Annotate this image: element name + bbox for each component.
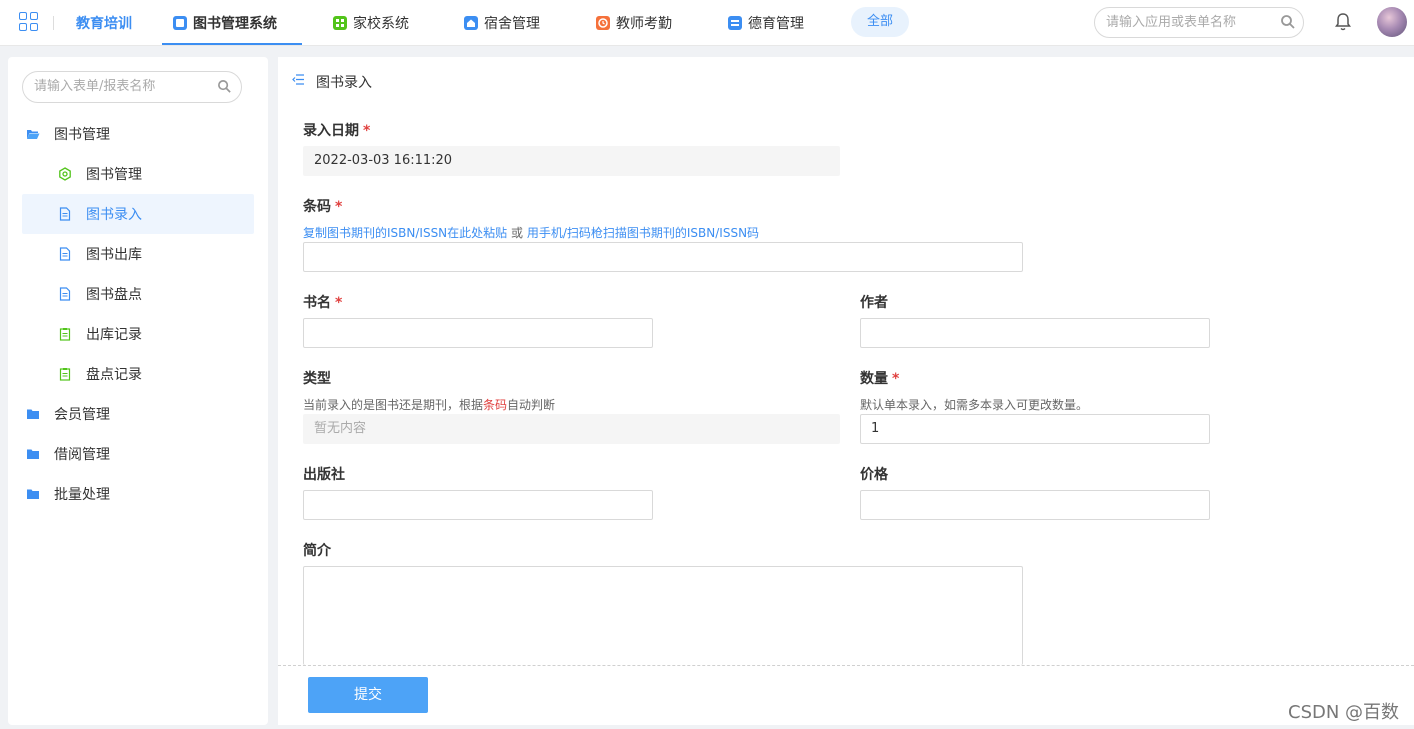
form-search-input[interactable]: 请输入表单/报表名称 xyxy=(22,71,242,103)
sidebar-item-label: 批量处理 xyxy=(54,487,110,503)
clipboard-icon xyxy=(59,368,71,381)
divider xyxy=(278,665,1414,666)
publisher-label: 出版社 xyxy=(303,467,345,483)
app-search-input[interactable]: 请输入应用或表单名称 xyxy=(1094,7,1304,38)
quantity-input[interactable]: 1 xyxy=(860,414,1210,444)
document-icon xyxy=(59,207,71,221)
sidebar-item-label: 图书管理 xyxy=(54,127,110,143)
sidebar-item-label: 借阅管理 xyxy=(54,447,110,463)
home-app-icon xyxy=(464,16,478,30)
clock-app-icon xyxy=(596,16,610,30)
quantity-label: 数量 * xyxy=(860,371,900,387)
sidebar-item-label: 图书录入 xyxy=(86,207,142,223)
book-app-icon xyxy=(173,16,187,30)
page-title: 图书录入 xyxy=(316,75,372,91)
grid-app-icon xyxy=(333,16,347,30)
quantity-hint: 默认单本录入，如需多本录入可更改数量。 xyxy=(860,398,1089,412)
sidebar-item-library-manage[interactable]: 图书管理 xyxy=(22,154,254,194)
avatar[interactable] xyxy=(1377,7,1407,37)
intro-label: 简介 xyxy=(303,543,331,559)
nav-active-indicator xyxy=(162,43,302,45)
app-grid-icon[interactable] xyxy=(19,12,39,32)
nav-moral-education[interactable]: 德育管理 xyxy=(728,0,804,46)
date-field: 2022-03-03 16:11:20 xyxy=(303,146,840,176)
nav-label: 教师考勤 xyxy=(616,16,672,32)
author-label: 作者 xyxy=(860,295,888,311)
sidebar-item-label: 图书出库 xyxy=(86,247,142,263)
nav-teacher-attendance[interactable]: 教师考勤 xyxy=(596,0,672,46)
watermark: CSDN @百数 xyxy=(1288,702,1400,723)
type-hint: 当前录入的是图书还是期刊，根据条码自动判断 xyxy=(303,396,555,413)
intro-textarea[interactable] xyxy=(303,566,1023,665)
submit-button[interactable]: 提交 xyxy=(308,677,428,713)
card-app-icon xyxy=(728,16,742,30)
all-apps-button[interactable]: 全部 xyxy=(851,7,909,37)
sidebar-group-borrowing[interactable]: 借阅管理 xyxy=(22,434,254,474)
sidebar-item-book-outbound[interactable]: 图书出库 xyxy=(22,234,254,274)
sidebar-item-label: 图书管理 xyxy=(86,167,142,183)
bell-icon[interactable] xyxy=(1334,12,1352,32)
author-input[interactable] xyxy=(860,318,1210,348)
type-hint-barcode: 条码 xyxy=(483,398,508,412)
sidebar-item-inventory-records[interactable]: 盘点记录 xyxy=(22,354,254,394)
document-icon xyxy=(59,247,71,261)
clipboard-icon xyxy=(59,328,71,341)
barcode-hint-scan: 用手机/扫码枪扫描图书期刊的ISBN/ISSN码 xyxy=(526,226,760,240)
folder-icon xyxy=(27,449,39,459)
sidebar-item-outbound-records[interactable]: 出库记录 xyxy=(22,314,254,354)
nav-label: 德育管理 xyxy=(748,16,804,32)
barcode-hint-paste: 复制图书期刊的ISBN/ISSN在此处粘贴 xyxy=(303,226,508,240)
sidebar: 请输入表单/报表名称 图书管理 图书管理 图书录入 图书出库 图书盘点 出库记录… xyxy=(8,57,268,725)
barcode-label: 条码 * xyxy=(303,199,343,215)
type-hint-text: 当前录入的是图书还是期刊，根据 xyxy=(303,398,484,412)
book-title-label: 书名 * xyxy=(303,295,343,311)
main-panel: 图书录入 录入日期 * 2022-03-03 16:11:20 条码 * 复制图书期… xyxy=(278,57,1414,725)
sidebar-group-library[interactable]: 图书管理 xyxy=(22,114,254,154)
barcode-hint-or: 或 xyxy=(511,226,524,240)
sidebar-item-label: 图书盘点 xyxy=(86,287,142,303)
search-icon[interactable] xyxy=(217,79,232,94)
publisher-input[interactable] xyxy=(303,490,653,520)
price-input[interactable] xyxy=(860,490,1210,520)
top-bar: 教育培训 图书管理系统 家校系统 宿舍管理 教师考勤 德育管理 全部 请输入应用… xyxy=(0,0,1414,46)
sidebar-group-batch[interactable]: 批量处理 xyxy=(22,474,254,514)
sidebar-item-book-inventory[interactable]: 图书盘点 xyxy=(22,274,254,314)
sidebar-item-book-entry[interactable]: 图书录入 xyxy=(22,194,254,234)
search-icon[interactable] xyxy=(1280,14,1296,30)
menu-fold-icon[interactable] xyxy=(292,73,305,86)
sidebar-item-label: 盘点记录 xyxy=(86,367,142,383)
gear-icon xyxy=(59,167,71,181)
type-label: 类型 xyxy=(303,371,331,387)
folder-icon xyxy=(27,409,39,419)
type-field: 暂无内容 xyxy=(303,414,840,444)
nav-label: 宿舍管理 xyxy=(484,16,540,32)
divider xyxy=(53,16,54,30)
sidebar-group-members[interactable]: 会员管理 xyxy=(22,394,254,434)
nav-home-school[interactable]: 家校系统 xyxy=(333,0,409,46)
type-hint-text-end: 自动判断 xyxy=(507,398,556,412)
folder-open-icon xyxy=(27,130,40,139)
sidebar-item-label: 会员管理 xyxy=(54,407,110,423)
nav-label: 家校系统 xyxy=(353,16,409,32)
folder-icon xyxy=(27,489,39,499)
brand-title[interactable]: 教育培训 xyxy=(76,13,132,33)
nav-library-system[interactable]: 图书管理系统 xyxy=(173,0,277,46)
nav-dormitory[interactable]: 宿舍管理 xyxy=(464,0,540,46)
document-icon xyxy=(59,287,71,301)
price-label: 价格 xyxy=(860,467,888,483)
barcode-input[interactable] xyxy=(303,242,1023,272)
date-label: 录入日期 * xyxy=(303,123,371,139)
book-title-input[interactable] xyxy=(303,318,653,348)
sidebar-item-label: 出库记录 xyxy=(86,327,142,343)
barcode-hint: 复制图书期刊的ISBN/ISSN在此处粘贴 或 用手机/扫码枪扫描图书期刊的IS… xyxy=(303,224,759,241)
nav-label: 图书管理系统 xyxy=(193,16,277,32)
